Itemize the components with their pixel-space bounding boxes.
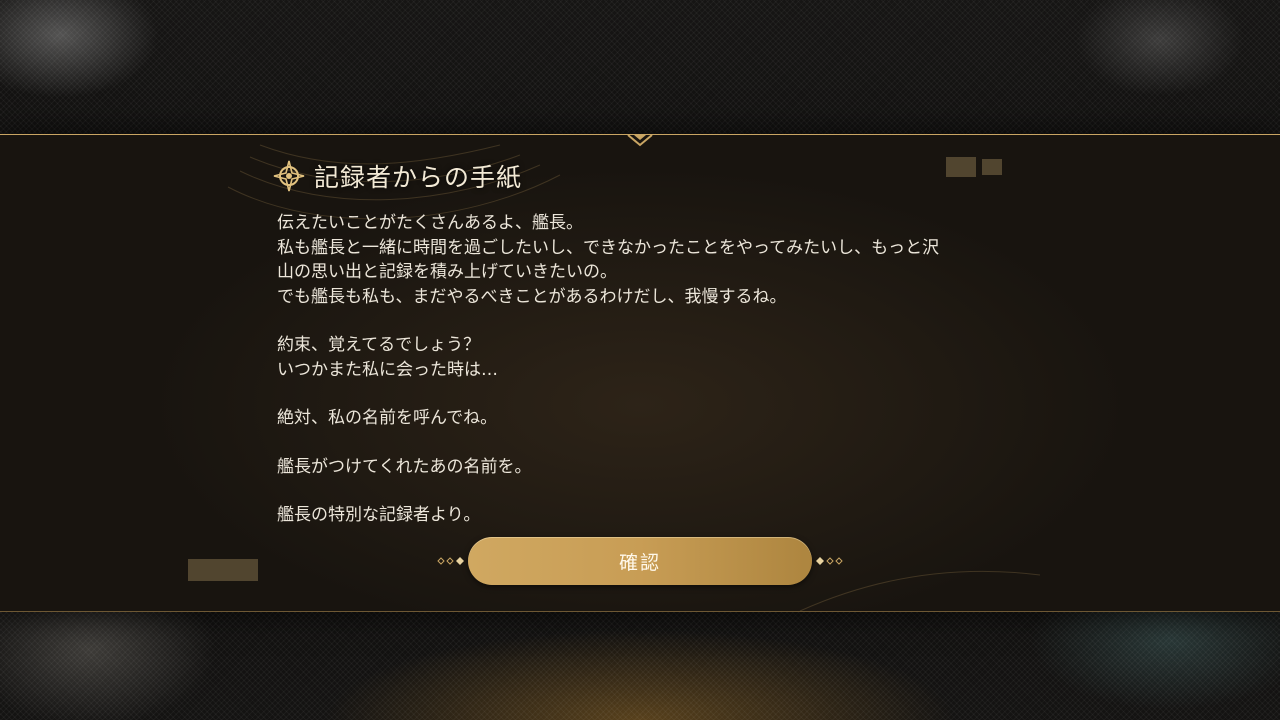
letter-paragraph: 艦長がつけてくれたあの名前を。: [277, 455, 1037, 480]
confirm-button[interactable]: 確認: [468, 537, 812, 585]
letter-line: 私も艦長と一緒に時間を過ごしたいし、できなかったことをやってみたいし、もっと沢: [277, 237, 940, 258]
letter-line: 艦長の特別な記録者より。: [277, 505, 481, 525]
letter-line: 艦長がつけてくれたあの名前を。: [277, 456, 532, 477]
letter-body: 伝えたいことがたくさんあるよ、艦長。 私も艦長と一緒に時間を過ごしたいし、できな…: [277, 211, 1037, 528]
letter-paragraph: 絶対、私の名前を呼んでね。: [277, 406, 1037, 431]
top-notch-ornament: [627, 134, 653, 147]
compass-star-icon: [273, 160, 305, 192]
letter-paragraph: 艦長の特別な記録者より。: [277, 503, 1037, 528]
letter-line: 伝えたいことがたくさんあるよ、艦長。: [277, 213, 583, 233]
letter-paragraph: 約束、覚えてるでしょう？ いつかまた私に会った時は…: [277, 333, 1037, 382]
letter-line: でも艦長も私も、まだやるべきことがあるわけだし、我慢するね。: [277, 286, 787, 307]
dialog-header: 記録者からの手紙: [272, 159, 522, 193]
letter-line: 絶対、私の名前を呼んでね。: [277, 408, 498, 428]
diamond-dots-ornament: [437, 557, 464, 565]
dialog-title: 記録者からの手紙: [314, 163, 523, 192]
diamond-dots-ornament: [816, 557, 843, 565]
letter-line: 山の思い出と記録を積み上げていきたいの。: [277, 262, 617, 282]
confirm-area: 確認: [436, 537, 844, 585]
letter-line: いつかまた私に会った時は…: [277, 359, 498, 380]
letter-paragraph: 伝えたいことがたくさんあるよ、艦長。 私も艦長と一緒に時間を過ごしたいし、できな…: [277, 211, 1037, 309]
letter-line: 約束、覚えてるでしょう？: [277, 335, 481, 355]
letter-dialog: 記録者からの手紙 伝えたいことがたくさんあるよ、艦長。 私も艦長と一緒に時間を過…: [0, 134, 1280, 612]
